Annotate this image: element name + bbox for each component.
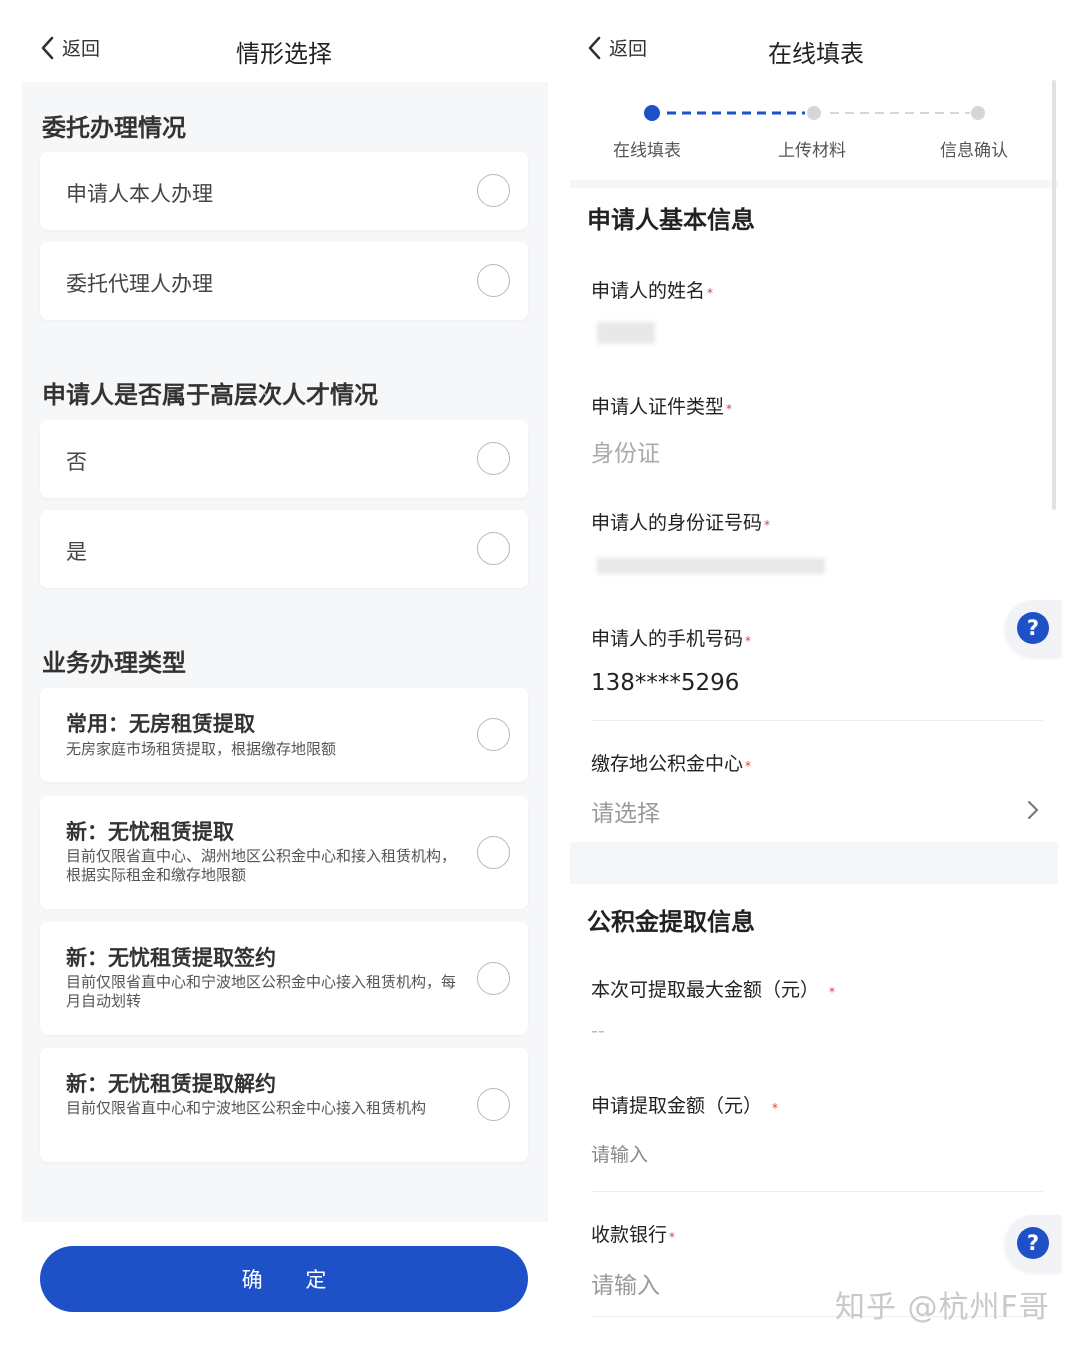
step-dot-active — [644, 105, 660, 121]
option-label: 申请人本人办理 — [66, 182, 213, 206]
option-main-label: 新：无忧租赁提取 — [66, 820, 234, 844]
radio-button[interactable] — [477, 174, 510, 207]
option-label: 委托代理人办理 — [66, 272, 213, 296]
option-rent-sign[interactable]: 新：无忧租赁提取签约 目前仅限省直中心和宁波地区公积金中心接入租赁机构，每月自动… — [40, 922, 528, 1035]
option-sub-label: 目前仅限省直中心和宁波地区公积金中心接入租赁机构 — [66, 1099, 427, 1117]
field-label-center: 缴存地公积金中心 * — [591, 753, 752, 775]
option-rent-cancel[interactable]: 新：无忧租赁提取解约 目前仅限省直中心和宁波地区公积金中心接入租赁机构 — [40, 1048, 528, 1162]
option-agent[interactable]: 委托代理人办理 — [40, 242, 528, 320]
progress-steps: 在线填表 上传材料 信息确认 — [575, 80, 1055, 180]
field-select-center[interactable]: 请选择 — [591, 794, 660, 828]
left-nav-bar: 返回 情形选择 — [0, 0, 550, 80]
redacted-name — [597, 322, 655, 344]
radio-button[interactable] — [477, 962, 510, 995]
step-label-upload[interactable]: 上传材料 — [778, 136, 846, 161]
option-main-label: 新：无忧租赁提取签约 — [66, 946, 276, 970]
option-sub-label: 目前仅限省直中心和宁波地区公积金中心接入租赁机构，每月自动划转 — [66, 973, 457, 1010]
field-label-apply-amount: 申请提取金额（元） * — [591, 1095, 779, 1117]
question-icon: ? — [1017, 612, 1049, 644]
scrollbar[interactable] — [1052, 80, 1056, 510]
field-value-id-type[interactable]: 身份证 — [591, 434, 660, 468]
option-yes[interactable]: 是 — [40, 510, 528, 588]
step-dot — [971, 106, 985, 120]
right-back-button[interactable]: 返回 — [587, 34, 647, 61]
step-label-fill[interactable]: 在线填表 — [613, 136, 681, 161]
field-input-bank[interactable]: 请输入 — [591, 1266, 660, 1300]
step-label-confirm[interactable]: 信息确认 — [940, 136, 1008, 161]
field-label-id-number: 申请人的身份证号码 * — [591, 512, 771, 534]
section-title-business-type: 业务办理类型 — [42, 649, 186, 677]
right-nav-bar: 返回 在线填表 — [555, 0, 1080, 80]
field-label-name: 申请人的姓名 * — [591, 280, 714, 302]
chevron-left-icon — [41, 36, 54, 59]
divider — [591, 1191, 1043, 1192]
help-button[interactable]: ? — [1005, 1215, 1061, 1271]
section-title-basic-info: 申请人基本信息 — [587, 206, 755, 234]
field-label-id-type: 申请人证件类型 * — [591, 396, 733, 418]
left-back-button[interactable]: 返回 — [40, 34, 100, 61]
field-input-apply-amount[interactable]: 请输入 — [591, 1140, 648, 1167]
field-label-max-amount: 本次可提取最大金额（元） * — [591, 979, 836, 1001]
redacted-id-number — [597, 558, 825, 574]
section-title-withdraw-info: 公积金提取信息 — [587, 908, 755, 936]
radio-button[interactable] — [477, 1088, 510, 1121]
option-sub-label: 目前仅限省直中心、湖州地区公积金中心和接入租赁机构，根据实际租金和缴存地限额 — [66, 847, 457, 884]
option-label: 是 — [66, 540, 87, 564]
option-rent-worry-free[interactable]: 新：无忧租赁提取 目前仅限省直中心、湖州地区公积金中心和接入租赁机构，根据实际租… — [40, 796, 528, 909]
help-button[interactable]: ? — [1005, 600, 1061, 656]
watermark: 知乎 @杭州F哥 — [835, 1290, 1050, 1325]
page-title: 情形选择 — [236, 40, 332, 68]
confirm-button[interactable]: 确 定 — [40, 1246, 528, 1312]
option-sub-label: 无房家庭市场租赁提取，根据缴存地限额 — [66, 740, 337, 758]
radio-button[interactable] — [477, 836, 510, 869]
divider — [591, 720, 1043, 721]
section-separator — [570, 842, 1058, 884]
chevron-left-icon — [588, 36, 601, 59]
option-main-label: 新：无忧租赁提取解约 — [66, 1072, 276, 1096]
step-dot — [807, 106, 821, 120]
right-screen: 返回 在线填表 在线填表 上传材料 信息确认 申请人基本信息 申请人的姓名 * 申… — [555, 0, 1080, 1346]
radio-button[interactable] — [477, 532, 510, 565]
left-screen: 返回 情形选择 委托办理情况 申请人本人办理 委托代理人办理 申请人是否属于高层… — [0, 0, 550, 1346]
section-title-talent: 申请人是否属于高层次人才情况 — [42, 381, 378, 409]
back-label: 返回 — [609, 38, 648, 60]
field-value-phone[interactable]: 138****5296 — [591, 670, 739, 696]
radio-button[interactable] — [477, 718, 510, 751]
option-label: 否 — [66, 450, 87, 474]
field-value-max-amount: -- — [591, 1020, 605, 1042]
option-main-label: 常用：无房租赁提取 — [66, 712, 255, 736]
section-title-delegation: 委托办理情况 — [42, 114, 186, 142]
back-label: 返回 — [62, 38, 101, 60]
option-rent-common[interactable]: 常用：无房租赁提取 无房家庭市场租赁提取，根据缴存地限额 — [40, 688, 528, 782]
option-self[interactable]: 申请人本人办理 — [40, 152, 528, 230]
chevron-right-icon[interactable] — [1027, 800, 1039, 820]
question-icon: ? — [1017, 1227, 1049, 1259]
radio-button[interactable] — [477, 264, 510, 297]
section-separator — [570, 180, 1058, 188]
radio-button[interactable] — [477, 442, 510, 475]
option-no[interactable]: 否 — [40, 420, 528, 498]
page-title: 在线填表 — [768, 40, 864, 68]
field-label-phone: 申请人的手机号码 * — [591, 628, 752, 650]
field-label-bank: 收款银行 * — [591, 1224, 676, 1246]
